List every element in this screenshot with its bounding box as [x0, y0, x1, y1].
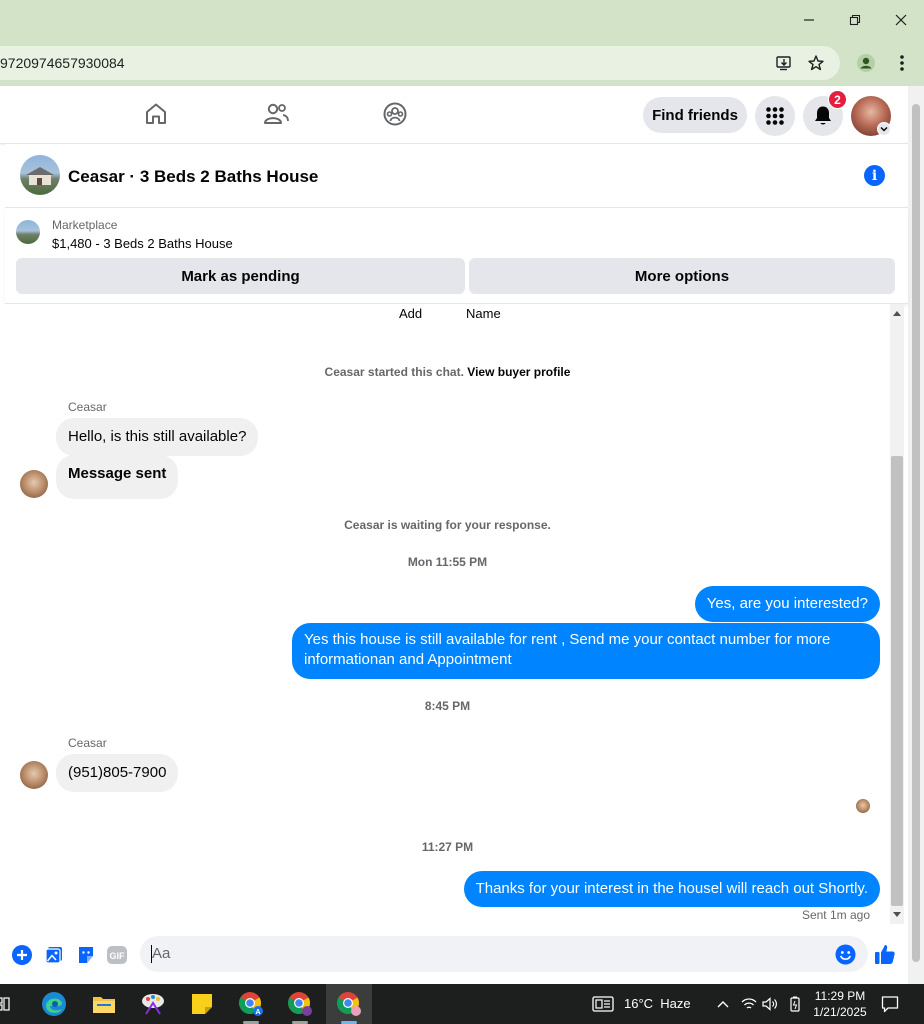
mark-as-pending-button[interactable]: Mark as pending: [16, 258, 465, 294]
thumbs-up-icon[interactable]: [873, 942, 897, 966]
chat-start-notice: Ceasar started this chat. View buyer pro…: [5, 365, 890, 379]
chrome-menu-icon[interactable]: [891, 52, 913, 74]
listing-price-title[interactable]: $1,480 - 3 Beds 2 Baths House: [52, 236, 233, 251]
message-thread: Add Name Ceasar started this chat. View …: [5, 304, 890, 924]
notification-center-icon[interactable]: [876, 989, 904, 1019]
listing-avatar[interactable]: [20, 155, 60, 195]
system-clock[interactable]: 11:29 PM 1/21/2025: [808, 988, 872, 1020]
chrome-profile-a-icon[interactable]: A: [231, 989, 271, 1019]
notification-badge: 2: [828, 90, 847, 109]
photo-icon[interactable]: [43, 944, 65, 966]
volume-icon[interactable]: [759, 989, 781, 1019]
bookmark-star-icon[interactable]: [805, 52, 827, 74]
listing-source: Marketplace: [52, 218, 118, 232]
incoming-message[interactable]: Hello, is this still available?: [56, 418, 259, 456]
file-explorer-icon[interactable]: [84, 989, 124, 1019]
clock-time: 11:29 PM: [814, 989, 866, 1003]
install-app-icon[interactable]: [773, 52, 795, 74]
waiting-notice: Ceasar is waiting for your response.: [344, 518, 551, 532]
chat-title[interactable]: Ceasar · 3 Beds 2 Baths House: [68, 167, 318, 187]
close-window-button[interactable]: [878, 0, 924, 40]
account-chevron-down-icon[interactable]: [877, 122, 891, 136]
sender-name: Ceasar: [68, 736, 107, 750]
plus-icon[interactable]: [11, 944, 33, 966]
home-icon[interactable]: [142, 100, 170, 128]
groups-icon[interactable]: [381, 100, 409, 128]
svg-text:A: A: [255, 1009, 260, 1016]
message-input-placeholder: Aa: [152, 945, 171, 962]
view-buyer-profile-link[interactable]: View buyer profile: [467, 365, 570, 379]
edge-browser-icon[interactable]: [34, 989, 74, 1019]
gif-icon[interactable]: GIF: [106, 944, 128, 966]
sticker-icon[interactable]: [75, 944, 97, 966]
clock-date: 1/21/2025: [813, 1005, 867, 1019]
task-view-icon[interactable]: [0, 989, 16, 1019]
friends-icon[interactable]: [262, 100, 290, 128]
emoji-icon[interactable]: [834, 943, 856, 965]
chat-started-text: Ceasar started this chat.: [324, 365, 464, 379]
battery-icon[interactable]: [784, 989, 806, 1019]
scroll-down-arrow-icon[interactable]: [893, 912, 901, 917]
add-label: Add: [399, 306, 423, 321]
windows-taskbar: A 16°C Haze 11:29 PM 1/21/2025: [0, 984, 924, 1024]
bell-icon: [815, 106, 831, 125]
chrome-profile-icon[interactable]: [855, 52, 877, 74]
chat-scrollbar-thumb[interactable]: [891, 456, 903, 906]
chat-header: Ceasar · 3 Beds 2 Baths House i: [5, 144, 908, 208]
outgoing-message[interactable]: Yes, are you interested?: [694, 586, 880, 622]
chevron-up-icon[interactable]: [712, 989, 734, 1019]
chrome-active-icon[interactable]: [329, 989, 369, 1019]
timestamp: 11:27 PM: [421, 840, 474, 854]
weather-icon[interactable]: [586, 989, 620, 1019]
menu-grid-icon: [766, 107, 784, 125]
page-scrollbar-thumb[interactable]: [912, 104, 920, 962]
listing-thumbnail[interactable]: [16, 220, 40, 244]
minimize-button[interactable]: [786, 0, 832, 40]
minimize-icon: [804, 19, 814, 21]
chat-scrollbar[interactable]: [890, 304, 904, 924]
close-icon: [895, 14, 907, 26]
sent-status: Sent 1m ago: [801, 908, 870, 922]
info-icon[interactable]: i: [864, 165, 885, 186]
weather-text[interactable]: 16°C Haze: [624, 996, 691, 1011]
wifi-icon[interactable]: [738, 989, 760, 1019]
more-options-button[interactable]: More options: [469, 258, 895, 294]
scroll-up-arrow-icon[interactable]: [893, 311, 901, 316]
restore-icon: [849, 14, 861, 26]
read-receipt-avatar: [856, 799, 870, 813]
outgoing-message[interactable]: Thanks for your interest in the housel w…: [463, 871, 880, 907]
find-friends-button[interactable]: Find friends: [643, 97, 747, 133]
outgoing-message[interactable]: Yes this house is still available for re…: [292, 623, 880, 679]
name-label: Name: [466, 306, 501, 321]
snipping-tool-icon[interactable]: [133, 989, 173, 1019]
marketplace-listing-bar: Marketplace $1,480 - 3 Beds 2 Baths Hous…: [5, 208, 908, 304]
window-title-bar: [0, 0, 924, 40]
gif-label: GIF: [110, 951, 126, 961]
menu-button[interactable]: [755, 96, 795, 136]
browser-toolbar: 9720974657930084: [0, 40, 924, 86]
page-scrollbar[interactable]: [908, 86, 924, 984]
chrome-profile-2-icon[interactable]: [280, 989, 320, 1019]
message-composer: GIF Aa: [5, 924, 908, 984]
restore-button[interactable]: [832, 0, 878, 40]
message-input[interactable]: Aa: [140, 936, 868, 972]
incoming-message[interactable]: (951)805-7900: [56, 754, 179, 792]
sender-avatar[interactable]: [20, 761, 48, 789]
timestamp: 8:45 PM: [424, 699, 471, 713]
timestamp: Mon 11:55 PM: [407, 555, 488, 569]
address-bar[interactable]: 9720974657930084: [0, 46, 840, 80]
incoming-message[interactable]: Message sent: [56, 455, 179, 499]
sticky-notes-icon[interactable]: [182, 989, 222, 1019]
url-text[interactable]: 9720974657930084: [0, 55, 125, 71]
sender-name: Ceasar: [68, 400, 107, 414]
sender-avatar[interactable]: [20, 470, 48, 498]
facebook-top-nav: Find friends: [0, 86, 908, 144]
